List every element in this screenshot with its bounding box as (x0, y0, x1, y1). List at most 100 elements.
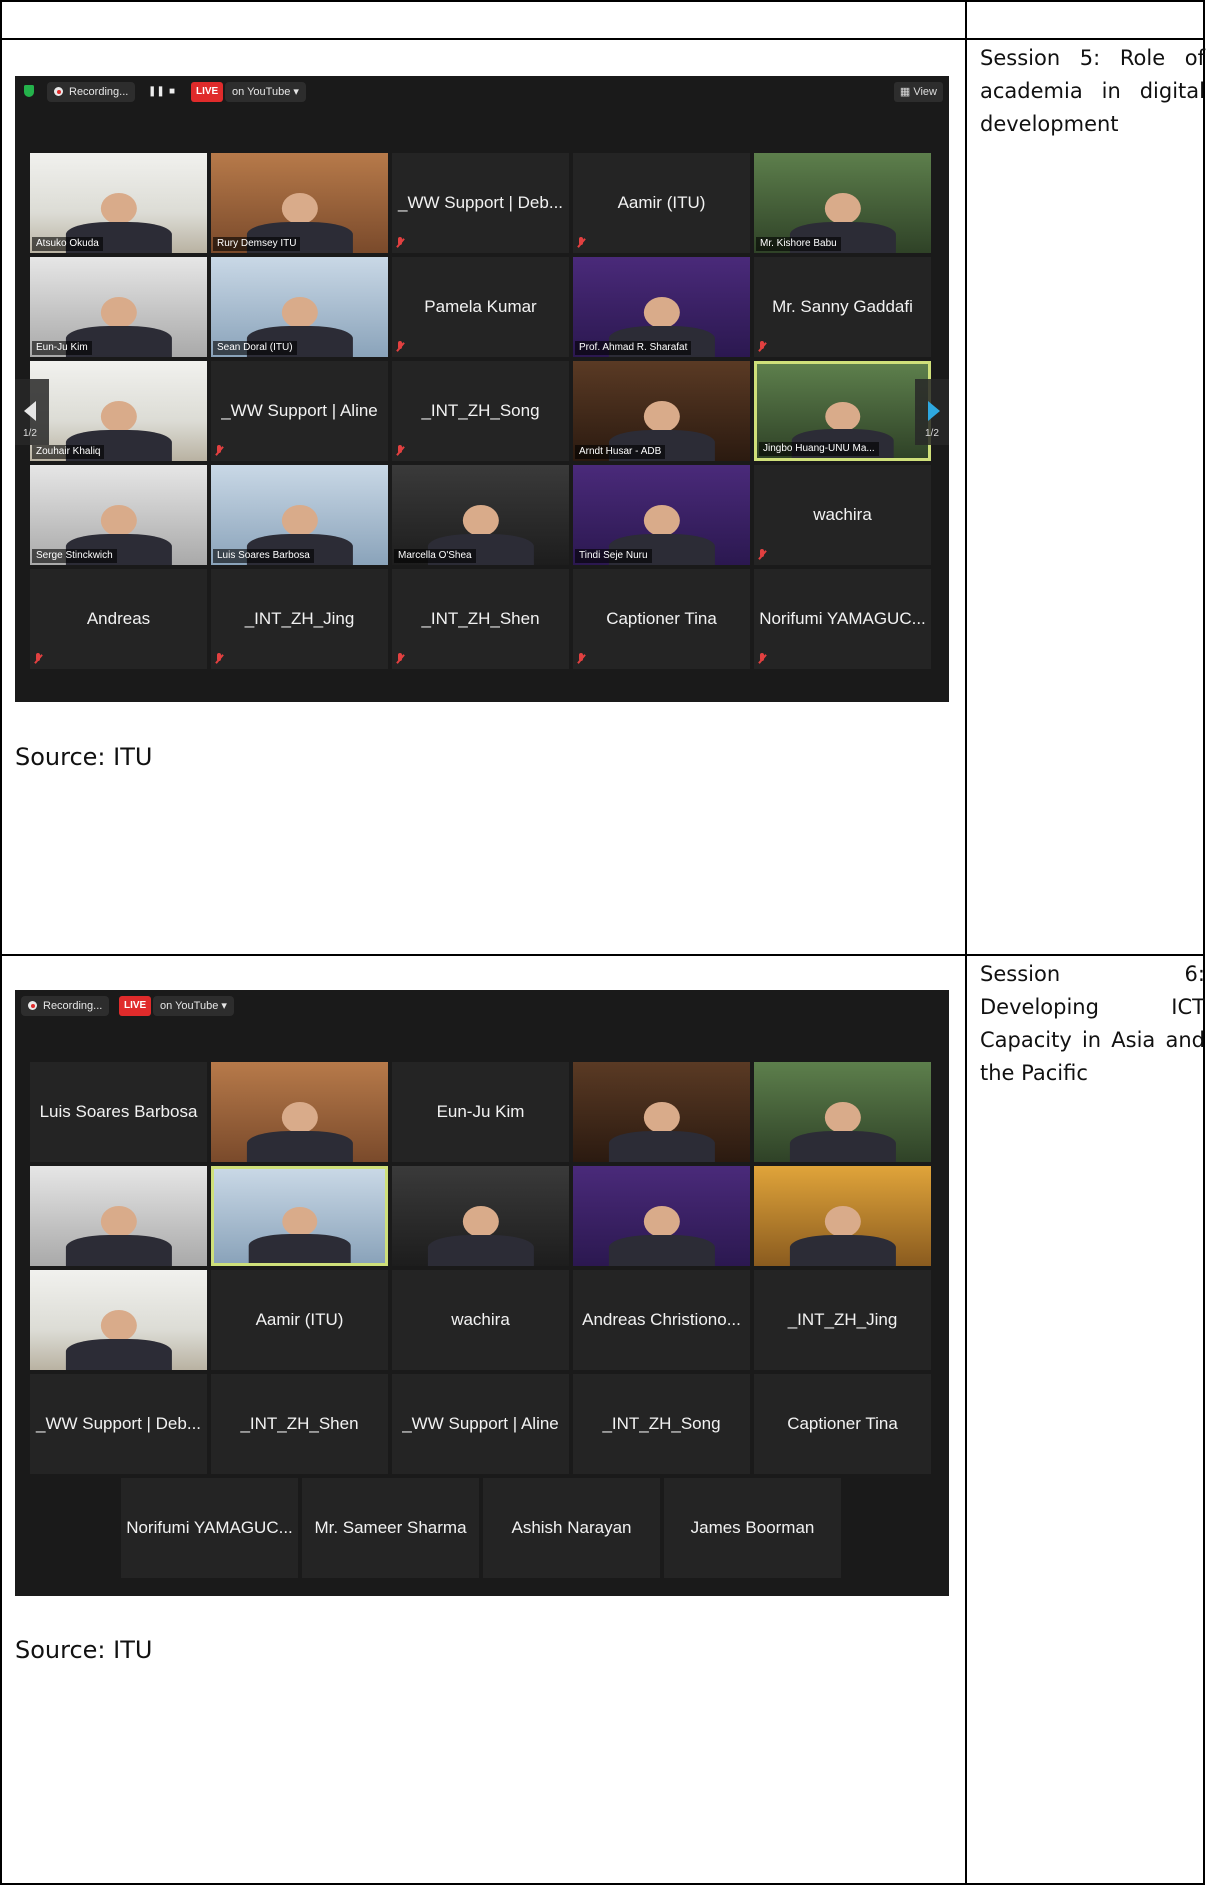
participant-tile[interactable]: Arndt Husar - ADB (573, 361, 750, 461)
zoom-screenshot-session-5: Recording... ❚❚ ■ LIVE on YouTube ▾ ▦ Vi… (15, 76, 949, 702)
participant-tile[interactable]: Tindi Seje Nuru (573, 465, 750, 565)
participant-tile[interactable]: Pamela Kumar (392, 257, 569, 357)
participant-name: _INT_ZH_Song (421, 401, 540, 420)
participant-tile[interactable] (392, 1166, 569, 1266)
participant-tile[interactable]: Mr. Sameer Sharma (302, 1478, 479, 1578)
participant-tile[interactable]: Mr. Kishore Babu (754, 153, 931, 253)
table-border-top (0, 0, 1204, 2)
participant-video (65, 1310, 172, 1370)
recording-indicator[interactable]: Recording... (21, 996, 110, 1016)
participant-name: Mr. Sanny Gaddafi (772, 297, 913, 316)
participant-tile[interactable]: Jingbo Huang-UNU Ma... (754, 361, 931, 461)
participant-tile[interactable] (30, 1166, 207, 1266)
participant-name: Mr. Sameer Sharma (314, 1518, 467, 1537)
recording-label: Recording... (43, 1000, 103, 1012)
pause-icon[interactable]: ❚❚ (148, 82, 165, 102)
prev-page-button[interactable]: 1/2 (15, 379, 49, 445)
participant-tile[interactable] (573, 1062, 750, 1162)
table-header-row-border (0, 38, 1204, 40)
page-indicator-left: 1/2 (23, 428, 37, 439)
muted-mic-icon (215, 653, 223, 665)
youtube-label: on YouTube (232, 86, 291, 98)
participant-name: _WW Support | Aline (402, 1414, 559, 1433)
participant-name-tag: Marcella O'Shea (394, 549, 476, 563)
participant-tile[interactable]: _INT_ZH_Jing (211, 569, 388, 669)
participant-name: _WW Support | Deb... (35, 1414, 202, 1433)
participant-tile[interactable]: James Boorman (664, 1478, 841, 1578)
participant-name-tag: Prof. Ahmad R. Sharafat (575, 341, 692, 355)
participant-tile[interactable]: _INT_ZH_Song (573, 1374, 750, 1474)
participant-tile[interactable]: _INT_ZH_Shen (211, 1374, 388, 1474)
participant-video (608, 1206, 715, 1266)
participant-tile[interactable]: Sean Doral (ITU) (211, 257, 388, 357)
participant-tile[interactable]: Atsuko Okuda (30, 153, 207, 253)
participant-tile[interactable]: Marcella O'Shea (392, 465, 569, 565)
next-page-button[interactable]: 1/2 (915, 379, 949, 445)
participant-tile[interactable]: Captioner Tina (573, 569, 750, 669)
participant-tile[interactable]: Serge Stinckwich (30, 465, 207, 565)
muted-mic-icon (396, 445, 404, 457)
participant-tile[interactable]: Aamir (ITU) (573, 153, 750, 253)
participant-video (427, 1206, 534, 1266)
participant-name-tag: Atsuko Okuda (32, 237, 103, 251)
participant-tile[interactable]: Eun-Ju Kim (30, 257, 207, 357)
participant-name: _WW Support | Deb... (397, 193, 564, 212)
participant-tile[interactable]: _WW Support | Aline (392, 1374, 569, 1474)
participant-tile[interactable]: Mr. Sanny Gaddafi (754, 257, 931, 357)
page-indicator-right: 1/2 (925, 428, 939, 439)
participant-name: Pamela Kumar (424, 297, 537, 316)
participant-name: Norifumi YAMAGUC... (759, 609, 926, 628)
participant-tile[interactable] (754, 1062, 931, 1162)
participant-tile[interactable]: Prof. Ahmad R. Sharafat (573, 257, 750, 357)
participant-name-tag: Mr. Kishore Babu (756, 237, 841, 251)
zoom-toolbar: Recording... LIVE on YouTube ▾ (15, 990, 949, 1022)
participant-tile[interactable]: _WW Support | Deb... (30, 1374, 207, 1474)
participant-name: Captioner Tina (787, 1414, 898, 1433)
participant-tile[interactable]: _INT_ZH_Song (392, 361, 569, 461)
participant-tile[interactable]: Eun-Ju Kim (392, 1062, 569, 1162)
participant-name-tag: Arndt Husar - ADB (575, 445, 666, 459)
participant-tile[interactable]: _WW Support | Aline (211, 361, 388, 461)
participant-tile[interactable]: wachira (392, 1270, 569, 1370)
source-caption-1: Source: ITU (15, 743, 153, 771)
participant-tile[interactable] (573, 1166, 750, 1266)
participant-tile[interactable]: _INT_ZH_Shen (392, 569, 569, 669)
participant-tile[interactable] (30, 1270, 207, 1370)
arrow-left-icon (24, 401, 36, 421)
view-label: View (913, 86, 937, 98)
view-button[interactable]: ▦ View (893, 82, 943, 102)
participant-tile[interactable]: Norifumi YAMAGUC... (121, 1478, 298, 1578)
muted-mic-icon (577, 237, 585, 249)
participant-name-tag: Rury Demsey ITU (213, 237, 301, 251)
participant-name: wachira (813, 505, 872, 524)
participant-name: Aamir (ITU) (255, 1310, 344, 1329)
participant-name: Captioner Tina (606, 609, 717, 628)
participant-tile[interactable] (211, 1166, 388, 1266)
participant-tile[interactable]: Andreas Christiono... (573, 1270, 750, 1370)
participant-name: _INT_ZH_Song (602, 1414, 721, 1433)
recording-indicator[interactable]: Recording... (47, 82, 136, 102)
arrow-right-icon (928, 401, 940, 421)
muted-mic-icon (758, 549, 766, 561)
participant-name: James Boorman (690, 1518, 815, 1537)
participant-video (248, 1206, 351, 1263)
participant-name: Andreas Christiono... (582, 1310, 741, 1329)
stop-icon[interactable]: ■ (169, 82, 175, 102)
youtube-dropdown[interactable]: on YouTube ▾ (153, 996, 234, 1016)
participant-tile[interactable]: Zouhair Khaliq (30, 361, 207, 461)
participant-tile[interactable]: Andreas (30, 569, 207, 669)
participant-tile[interactable]: Luis Soares Barbosa (211, 465, 388, 565)
youtube-dropdown[interactable]: on YouTube ▾ (225, 82, 306, 102)
participant-tile[interactable]: _INT_ZH_Jing (754, 1270, 931, 1370)
participant-tile[interactable]: Norifumi YAMAGUC... (754, 569, 931, 669)
participant-tile[interactable] (754, 1166, 931, 1266)
table-border-right (1203, 0, 1205, 1885)
participant-tile[interactable]: wachira (754, 465, 931, 565)
participant-tile[interactable] (211, 1062, 388, 1162)
participant-tile[interactable]: Captioner Tina (754, 1374, 931, 1474)
participant-tile[interactable]: _WW Support | Deb... (392, 153, 569, 253)
participant-tile[interactable]: Rury Demsey ITU (211, 153, 388, 253)
participant-tile[interactable]: Aamir (ITU) (211, 1270, 388, 1370)
participant-tile[interactable]: Luis Soares Barbosa (30, 1062, 207, 1162)
participant-tile[interactable]: Ashish Narayan (483, 1478, 660, 1578)
